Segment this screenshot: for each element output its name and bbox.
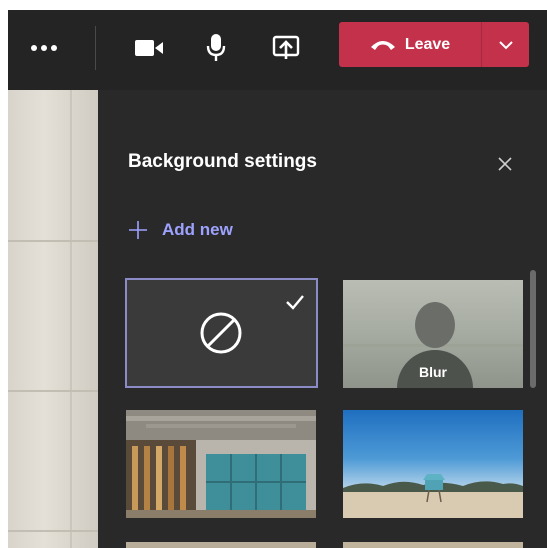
panel-scrollbar[interactable] bbox=[530, 270, 536, 388]
leave-options-button[interactable] bbox=[482, 22, 529, 67]
wall-tile-line bbox=[8, 530, 98, 532]
leave-button-group: Leave bbox=[339, 22, 529, 67]
panel-title: Background settings bbox=[128, 151, 317, 172]
add-new-label: Add new bbox=[162, 220, 233, 239]
toolbar-divider bbox=[95, 26, 96, 70]
share-screen-button[interactable] bbox=[264, 28, 308, 68]
plus-icon bbox=[129, 221, 147, 239]
meeting-toolbar: Leave bbox=[8, 10, 547, 90]
leave-button[interactable]: Leave bbox=[339, 22, 481, 67]
close-icon bbox=[498, 157, 512, 171]
leave-label: Leave bbox=[404, 35, 451, 53]
video-feed bbox=[8, 90, 98, 548]
share-screen-icon bbox=[272, 35, 300, 59]
add-new-button[interactable]: Add new bbox=[128, 218, 233, 242]
wall-tile-line bbox=[8, 390, 98, 392]
beach-background-image bbox=[343, 474, 523, 518]
wall-tile-line bbox=[70, 90, 72, 548]
background-option-partial[interactable] bbox=[343, 542, 523, 548]
blur-label: Blur bbox=[419, 364, 447, 380]
video-camera-icon bbox=[135, 40, 163, 56]
microphone-button[interactable] bbox=[198, 28, 234, 68]
no-background-icon bbox=[200, 312, 242, 354]
background-option-beach[interactable] bbox=[343, 410, 523, 518]
office-background-image bbox=[126, 410, 316, 518]
blur-silhouette-head bbox=[415, 302, 455, 348]
teams-meeting-window: Leave Background settings Add new Blur bbox=[8, 10, 547, 548]
chevron-down-icon bbox=[498, 40, 513, 49]
background-settings-panel: Background settings Add new Blur bbox=[98, 90, 547, 548]
background-option-blur[interactable]: Blur bbox=[343, 280, 523, 388]
camera-button[interactable] bbox=[128, 28, 170, 68]
checkmark-icon bbox=[286, 295, 304, 310]
wall-tile-line bbox=[8, 240, 98, 242]
hang-up-phone-icon bbox=[370, 40, 395, 50]
close-panel-button[interactable] bbox=[493, 152, 517, 176]
background-option-none[interactable] bbox=[125, 278, 318, 388]
microphone-icon bbox=[206, 34, 226, 61]
background-option-office[interactable] bbox=[126, 410, 316, 518]
more-options-icon bbox=[31, 45, 57, 51]
background-option-partial[interactable] bbox=[126, 542, 316, 548]
more-actions-button[interactable] bbox=[22, 28, 66, 68]
